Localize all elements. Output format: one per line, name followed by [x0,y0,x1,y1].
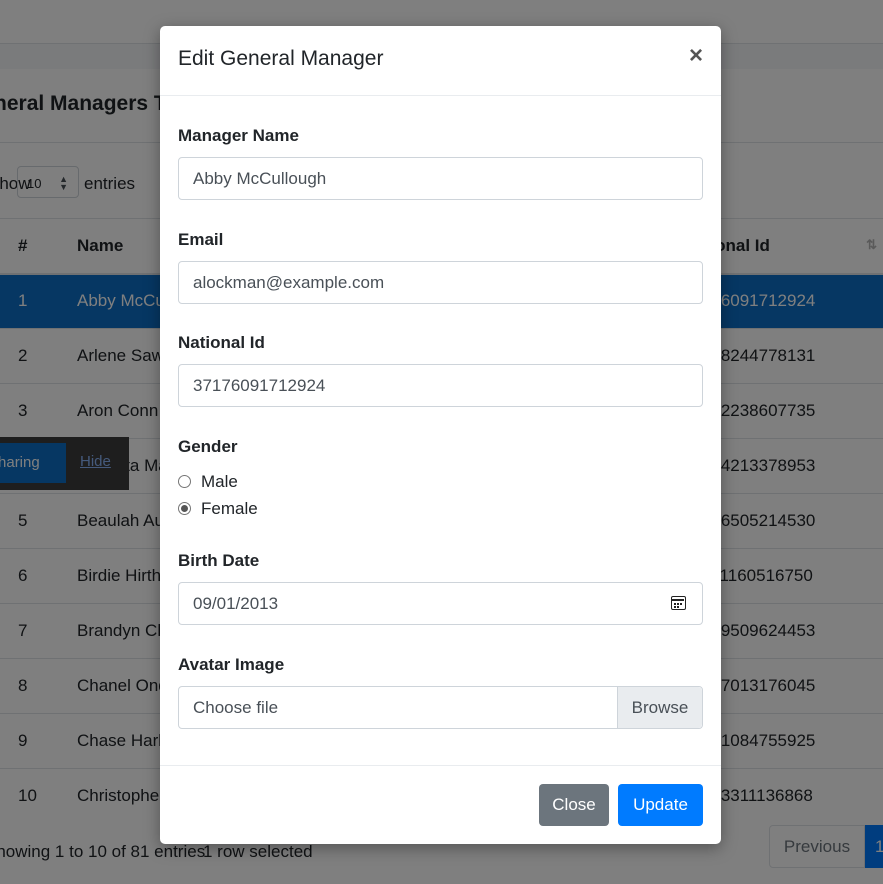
calendar-icon[interactable] [671,596,686,610]
modal-footer: Close Update [160,765,721,845]
national-id-label: National Id [178,333,265,352]
close-button[interactable]: Close [539,784,609,826]
update-button[interactable]: Update [618,784,703,826]
radio-checked-icon[interactable] [178,502,191,515]
choose-file-text: Choose file [193,698,279,717]
gender-female-label: Female [201,499,258,518]
avatar-label: Avatar Image [178,655,285,674]
browse-button[interactable]: Browse [617,687,702,728]
birth-date-value: 09/01/2013 [193,594,279,613]
birth-date-label: Birth Date [178,551,260,570]
radio-unchecked-icon[interactable] [178,475,191,488]
gender-label: Gender [178,437,238,456]
email-input[interactable]: alockman@example.com [178,261,703,304]
manager-name-input[interactable]: Abby McCullough [178,157,703,200]
modal-title: Edit General Manager [178,47,384,70]
email-label: Email [178,230,224,249]
manager-name-label: Manager Name [178,126,299,145]
edit-manager-modal: Edit General Manager × Manager Name Abby… [160,26,721,844]
gender-male-label: Male [201,472,238,491]
birth-date-input[interactable]: 09/01/2013 [178,582,703,625]
modal-header: Edit General Manager × [160,26,721,96]
national-id-input[interactable]: 37176091712924 [178,364,703,407]
avatar-file-input[interactable]: Choose file Browse [178,686,703,729]
close-icon[interactable]: × [689,44,703,68]
